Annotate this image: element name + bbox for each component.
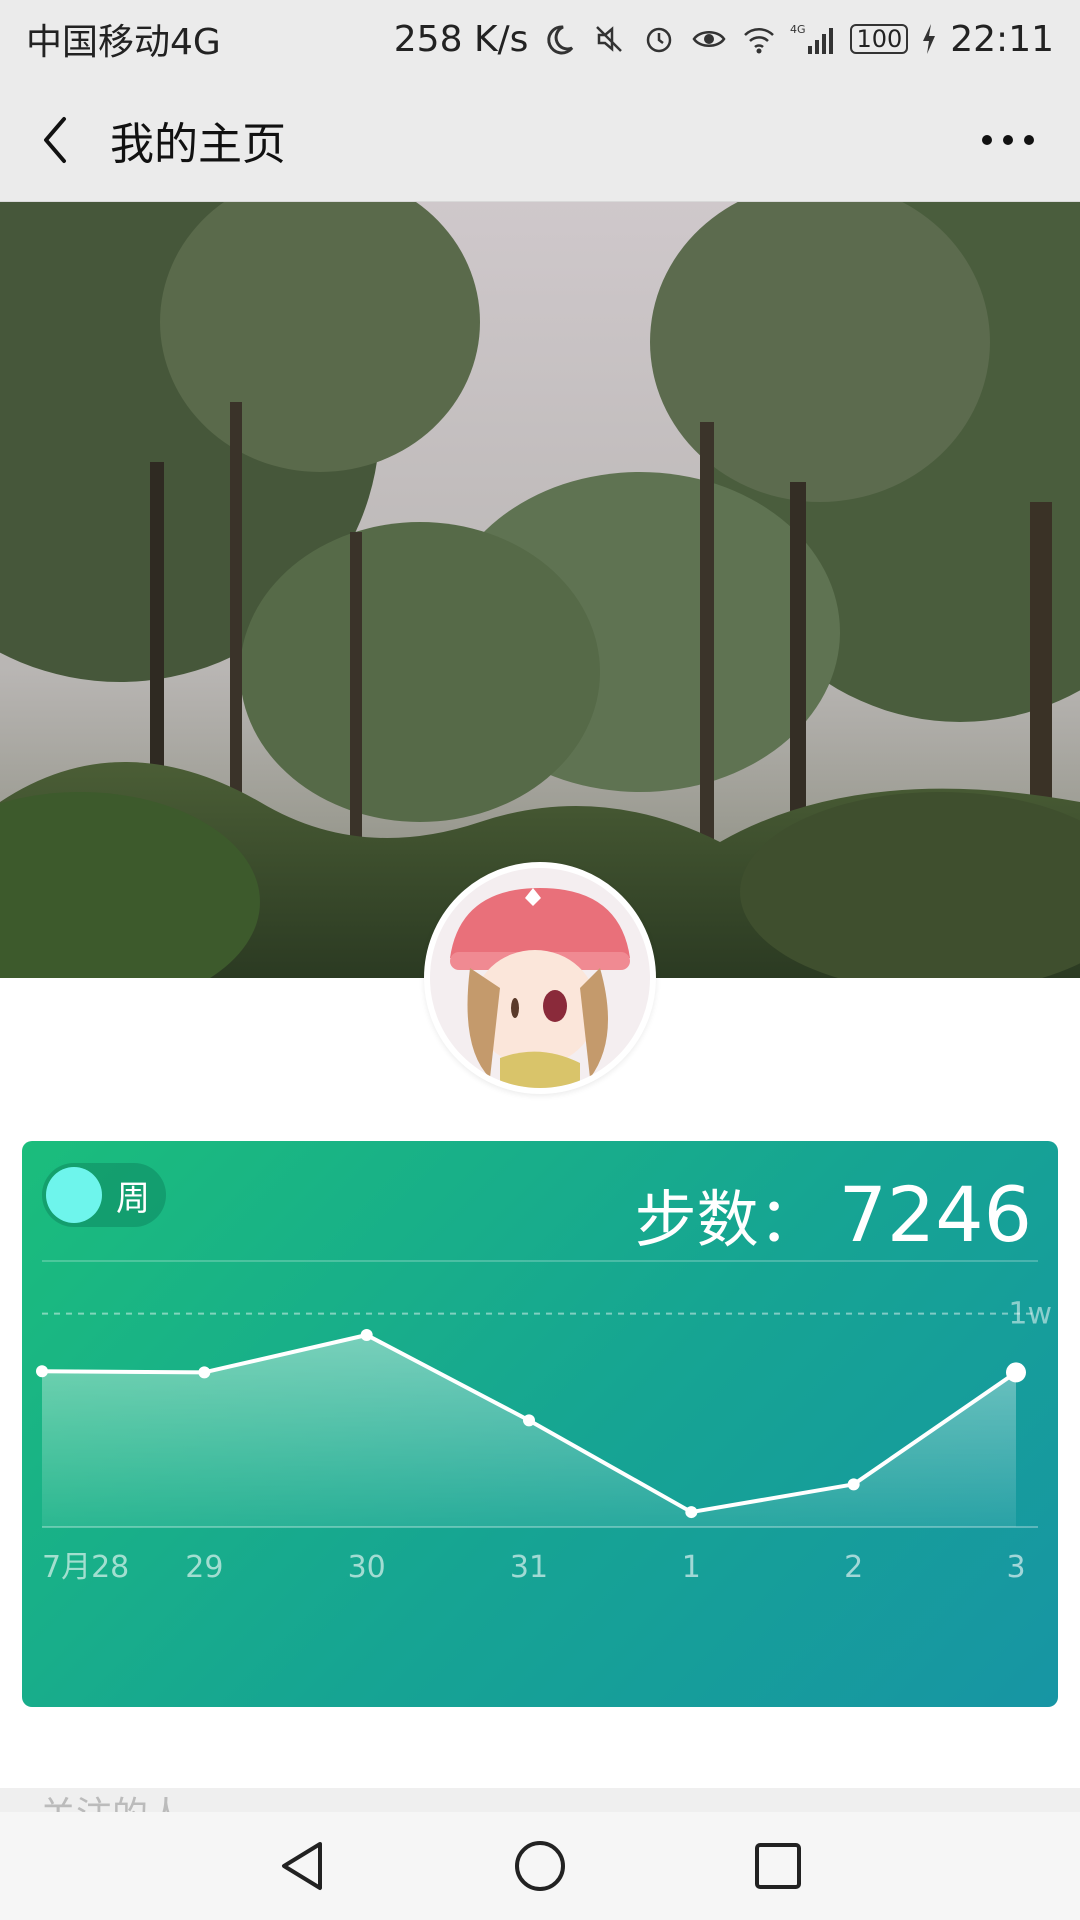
x-tick-label: 3 [1006,1550,1025,1585]
x-tick-label: 1 [682,1550,701,1585]
carrier-label: 中国移动4G [26,22,221,63]
avatar-illustration [430,868,650,1088]
more-options-button[interactable] [972,108,1044,172]
signal-icon: 4G [790,20,838,58]
triangle-back-icon [282,1842,322,1890]
data-point[interactable] [847,1478,860,1491]
more-dots-icon [982,135,1034,145]
alarm-icon [640,20,678,58]
data-point[interactable] [685,1506,698,1519]
page-title: 我的主页 [110,118,286,170]
network-speed: 258 K/s [393,18,529,60]
x-tick-label: 29 [185,1550,223,1585]
reference-label: 1w [1008,1297,1052,1332]
data-point[interactable] [360,1329,373,1341]
x-tick-label: 7月28 [42,1550,129,1585]
steps-card: 周 步数： 7246 1w 7月28 29 30 31 1 2 3 [22,1141,1058,1707]
nav-home-button[interactable] [500,1826,580,1906]
x-tick-label: 30 [348,1550,386,1585]
svg-text:4G: 4G [790,23,806,36]
eye-icon [690,20,728,58]
data-point[interactable] [523,1414,535,1427]
area-fill [42,1335,1016,1527]
back-button[interactable] [0,78,110,202]
moon-icon [540,20,578,58]
charging-icon [920,20,938,58]
x-tick-label: 2 [844,1550,863,1585]
square-recents-icon [755,1843,801,1889]
steps-chart: 1w 7月28 29 30 31 1 2 3 [36,1297,1052,1585]
wifi-icon [740,20,778,58]
x-tick-label: 31 [510,1550,548,1585]
clock: 22:11 [950,18,1054,60]
battery-indicator: 100 [850,24,909,54]
app-bar: 我的主页 [0,78,1080,202]
chevron-left-icon [44,116,66,163]
status-icons: 258 K/s 4G 100 22:11 [394,19,1054,60]
nav-back-button[interactable] [262,1826,342,1906]
avatar[interactable] [424,862,656,1094]
data-point[interactable] [1006,1362,1026,1383]
status-bar: 中国移动4G 258 K/s 4G 100 22:11 [0,0,1080,78]
mute-icon [590,20,628,58]
data-point[interactable] [36,1365,48,1378]
data-point[interactable] [198,1366,211,1379]
nav-recents-button[interactable] [738,1826,818,1906]
circle-home-icon [515,1841,565,1891]
following-section-title: 关注的人 [40,1796,184,1812]
system-nav-bar [0,1812,1080,1920]
